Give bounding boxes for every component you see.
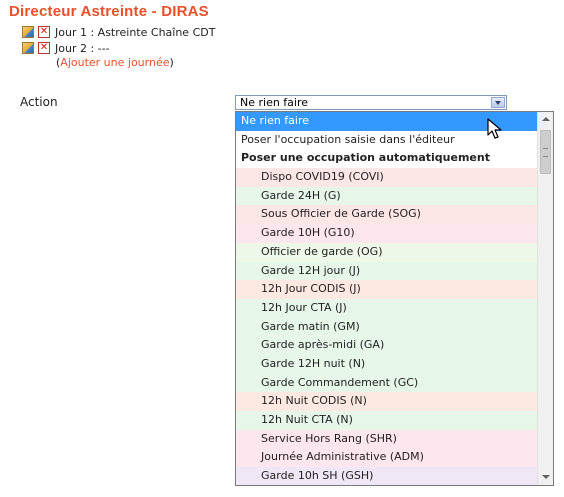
delete-day-1-icon[interactable]: ✕ (38, 26, 50, 38)
dropdown-option[interactable]: 12h Jour CODIS (J) (236, 280, 553, 299)
page-title: Directeur Astreinte - DIRAS (9, 3, 209, 20)
dropdown-option[interactable]: Garde 24H (G) (236, 186, 553, 206)
dropdown-option: Poser une occupation automatiquement (236, 149, 553, 169)
dropdown-option[interactable]: Garde 12H jour (J) (236, 261, 553, 281)
dropdown-option[interactable]: 12h Nuit CODIS (N) (236, 392, 553, 411)
dropdown-option[interactable]: Service Hors Rang (SHR) (236, 429, 553, 449)
dropdown-option[interactable]: Garde 12H nuit (N) (236, 354, 553, 374)
dropdown-scrollbar[interactable] (537, 112, 553, 485)
action-dropdown-list: Ne rien faire Poser l'occupation saisie d… (235, 111, 554, 486)
delete-day-2-icon[interactable]: ✕ (38, 42, 50, 54)
dropdown-option[interactable]: Journée Administrative (ADM) (236, 448, 553, 468)
dropdown-option[interactable]: Dispo COVID19 (COVI) (236, 168, 553, 187)
dropdown-option[interactable]: Sous Officier de Garde (SOG) (236, 205, 553, 225)
dropdown-option[interactable]: Officier de garde (OG) (236, 242, 553, 262)
scroll-thumb[interactable] (540, 130, 551, 174)
scroll-down-icon[interactable] (538, 469, 553, 485)
dropdown-option[interactable]: Ne rien faire (236, 112, 553, 131)
dropdown-option[interactable]: Garde Commandement (GC) (236, 373, 553, 393)
edit-day-2-icon[interactable] (22, 42, 34, 54)
add-day-close-paren: ) (169, 56, 174, 69)
day-row-2: ✕ Jour 2 : --- (22, 41, 110, 55)
scroll-up-icon[interactable] (538, 112, 553, 128)
action-select[interactable]: Ne rien faire (235, 95, 507, 110)
add-day-line: (Ajouter une journée) (56, 56, 174, 69)
action-label: Action (20, 95, 58, 109)
mouse-cursor-icon (487, 118, 502, 139)
dropdown-arrow-icon[interactable] (491, 97, 505, 108)
add-day-link[interactable]: Ajouter une journée (60, 56, 169, 69)
day-2-label: Jour 2 : --- (55, 41, 110, 55)
dropdown-option[interactable]: Garde 10h SH (GSH) (236, 467, 553, 485)
dropdown-option[interactable]: 12h Jour CTA (J) (236, 298, 553, 318)
dropdown-option[interactable]: Poser l'occupation saisie dans l'éditeur (236, 130, 553, 150)
option-list: Ne rien faire Poser l'occupation saisie d… (236, 112, 553, 485)
edit-day-1-icon[interactable] (22, 26, 34, 38)
dropdown-option[interactable]: Garde après-midi (GA) (236, 336, 553, 355)
dropdown-option[interactable]: Garde matin (GM) (236, 317, 553, 337)
day-row-1: ✕ Jour 1 : Astreinte Chaîne CDT (22, 25, 215, 39)
dropdown-option[interactable]: Garde 10H (G10) (236, 224, 553, 243)
action-select-value: Ne rien faire (240, 96, 309, 109)
day-1-label: Jour 1 : Astreinte Chaîne CDT (55, 25, 216, 39)
dropdown-option[interactable]: 12h Nuit CTA (N) (236, 411, 553, 430)
